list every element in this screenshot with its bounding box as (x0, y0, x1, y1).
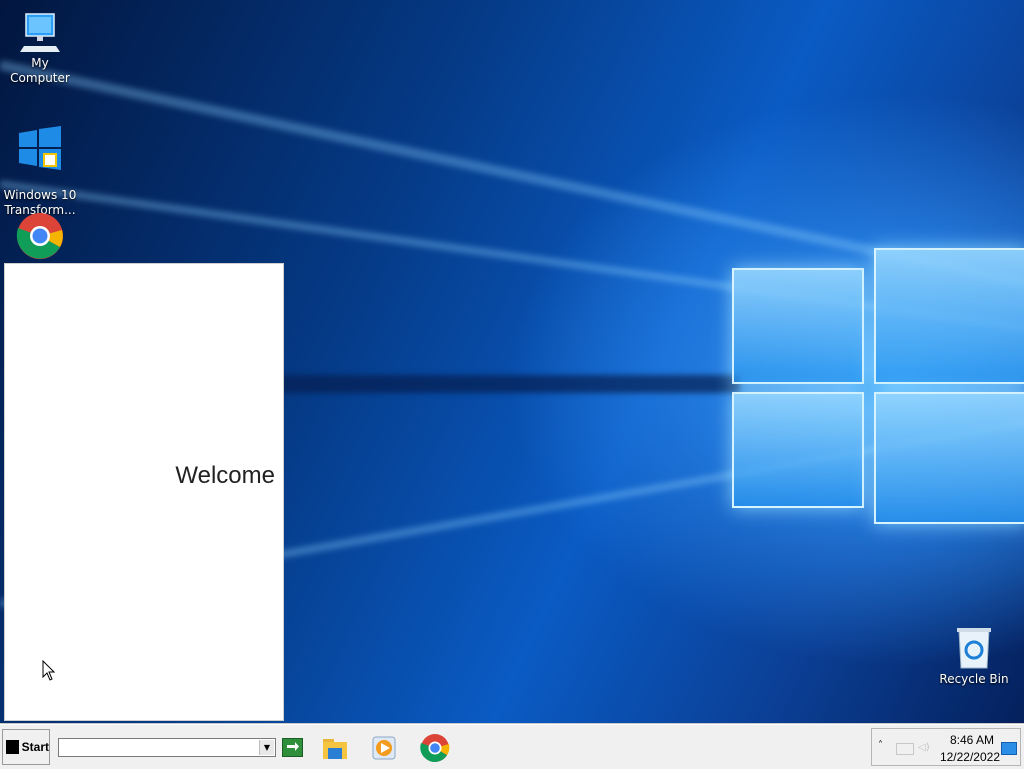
clock-time[interactable]: 8:46 AM (950, 733, 994, 747)
welcome-window[interactable]: Welcome (4, 263, 284, 721)
chrome-icon[interactable] (420, 733, 450, 763)
refresh-arrows-icon (287, 742, 299, 751)
light-beam (280, 375, 740, 393)
start-label: Start (21, 740, 49, 754)
window-pane (874, 248, 1024, 384)
window-pane (874, 392, 1024, 524)
welcome-text: Welcome (175, 462, 275, 489)
network-icon[interactable] (896, 743, 914, 755)
desktop-icon-label: My Computer (10, 56, 70, 85)
dropdown-arrow-icon[interactable]: ▼ (259, 740, 274, 755)
clock-date[interactable]: 12/22/2022 (940, 750, 1000, 764)
notification-icon[interactable] (1001, 742, 1017, 755)
start-button[interactable]: Start (2, 729, 50, 765)
mouse-cursor-icon (42, 660, 56, 681)
desktop-icon-label: Recycle Bin (939, 672, 1009, 686)
windows-logo-icon (19, 126, 61, 170)
folder-icon[interactable] (320, 733, 350, 763)
show-hidden-icons-chevron-icon[interactable]: ˄ (878, 740, 883, 751)
start-logo-icon (6, 740, 19, 754)
system-tray: ˄ ◁) 8:46 AM 12/22/2022 (871, 728, 1021, 766)
desktop-icon-windows-10-transform[interactable]: Windows 10 Transform... (0, 110, 80, 218)
volume-icon[interactable]: ◁) (918, 742, 930, 753)
chrome-icon (16, 213, 63, 259)
desktop-icon-recycle-bin[interactable]: Recycle Bin (934, 626, 1014, 687)
go-button[interactable] (282, 738, 303, 757)
taskbar: Start ▼ ˄ ◁) 8:46 AM 12/22/2022 (0, 724, 1024, 769)
desktop-icon-my-computer[interactable]: My Computer (0, 10, 80, 86)
window-pane (732, 268, 864, 384)
desktop-icon-chrome[interactable] (0, 212, 80, 262)
address-combo-box[interactable]: ▼ (58, 738, 276, 757)
window-pane (732, 392, 864, 508)
computer-icon (20, 13, 60, 52)
recycle-bin-icon (957, 628, 991, 669)
media-player-icon[interactable] (369, 733, 399, 763)
